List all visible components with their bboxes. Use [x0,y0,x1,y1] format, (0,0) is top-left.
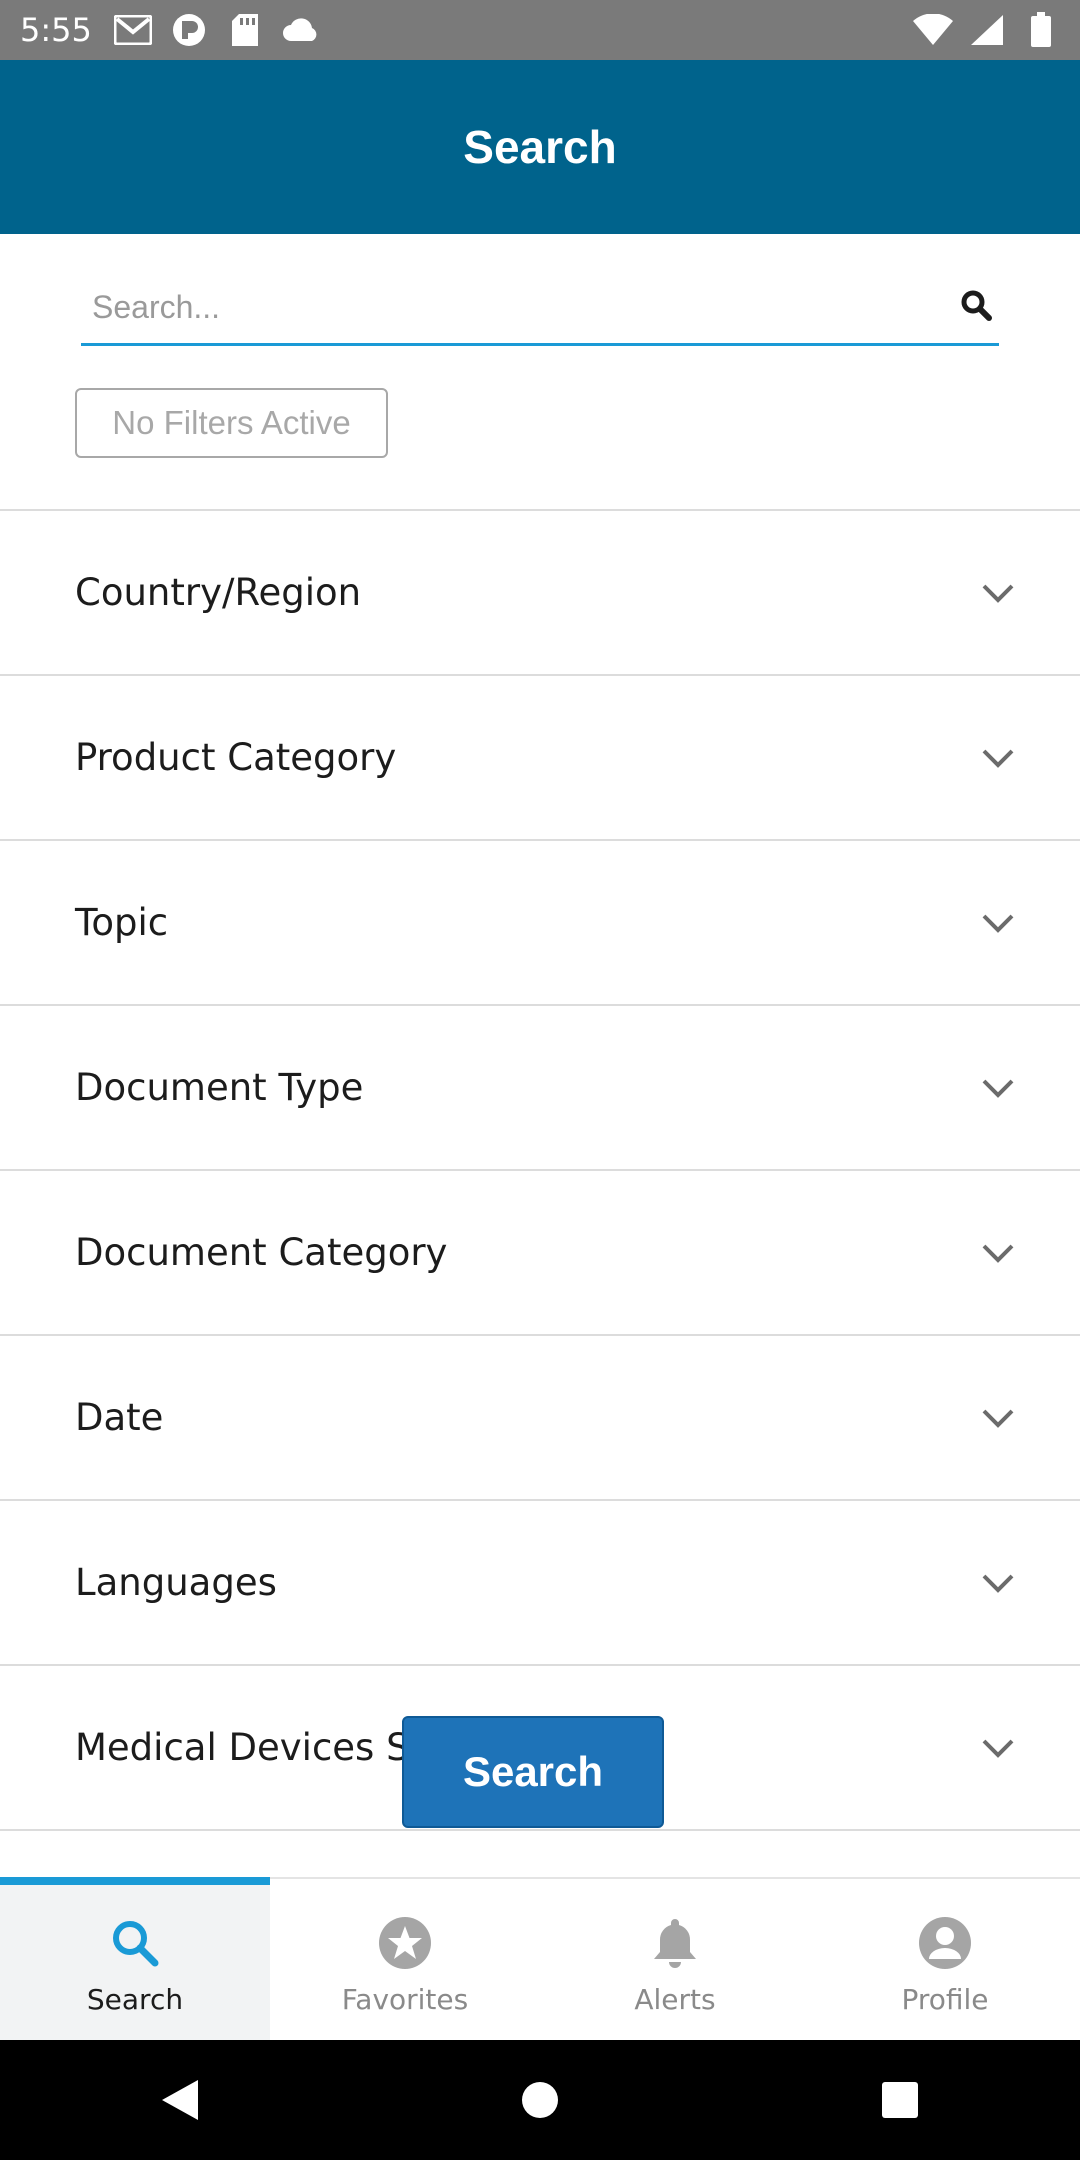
pocket-icon [168,12,210,48]
chevron-down-icon [982,1079,1014,1098]
search-icon [107,1915,163,1971]
status-time: 5:55 [20,11,92,49]
filter-row-date[interactable]: Date [0,1336,1080,1501]
gmail-icon [112,12,154,48]
filter-row-languages[interactable]: Languages [0,1501,1080,1666]
tab-search[interactable]: Search [0,1877,270,2040]
search-box [81,268,999,346]
filter-label: Medical Devices Spe [75,1726,456,1769]
chevron-down-icon [982,584,1014,603]
filter-row-product-category[interactable]: Product Category [0,676,1080,841]
status-right-icons [912,12,1062,48]
battery-icon [1020,12,1062,48]
home-icon[interactable] [500,2060,580,2140]
filter-label: Product Category [75,736,397,779]
chevron-down-icon [982,1244,1014,1263]
filter-row-topic[interactable]: Topic [0,841,1080,1006]
page-title: Search [463,121,617,173]
signal-icon [966,12,1008,48]
tab-profile[interactable]: Profile [810,1879,1080,2040]
bell-icon [647,1915,703,1971]
search-input[interactable] [90,276,924,338]
filter-row-document-type[interactable]: Document Type [0,1006,1080,1171]
chevron-down-icon [982,1574,1014,1593]
app-bar: Search [0,60,1080,234]
filter-row-country-region[interactable]: Country/Region [0,511,1080,676]
chevron-down-icon [982,1409,1014,1428]
filter-label: Document Type [75,1066,364,1109]
filters-status-pill[interactable]: No Filters Active [75,388,388,458]
tab-alerts[interactable]: Alerts [540,1879,810,2040]
cloud-icon [280,12,322,48]
status-left-icons [112,12,322,48]
bottom-nav: Search Favorites Alerts Profile [0,1877,1080,2040]
recents-icon[interactable] [860,2060,940,2140]
filter-label: Document Category [75,1231,448,1274]
system-nav-bar [0,2040,1080,2160]
star-icon [377,1915,433,1971]
back-icon[interactable] [140,2060,220,2140]
chevron-down-icon [982,749,1014,768]
filter-label: Topic [75,901,169,944]
tab-label: Profile [901,1983,989,2016]
chevron-down-icon [982,1739,1014,1758]
tab-label: Alerts [634,1983,716,2016]
filter-label: Country/Region [75,571,362,614]
search-button[interactable]: Search [402,1716,664,1828]
tab-favorites[interactable]: Favorites [270,1879,540,2040]
search-icon[interactable] [953,282,999,328]
chevron-down-icon [982,914,1014,933]
filter-row-document-category[interactable]: Document Category [0,1171,1080,1336]
filter-list: Country/Region Product Category Topic Do… [0,509,1080,1831]
profile-icon [917,1915,973,1971]
wifi-icon [912,12,954,48]
tab-label: Favorites [341,1983,469,2016]
sd-card-icon [224,12,266,48]
filter-label: Date [75,1396,164,1439]
tab-label: Search [86,1983,184,2016]
filter-label: Languages [75,1561,277,1604]
status-bar: 5:55 [0,0,1080,60]
